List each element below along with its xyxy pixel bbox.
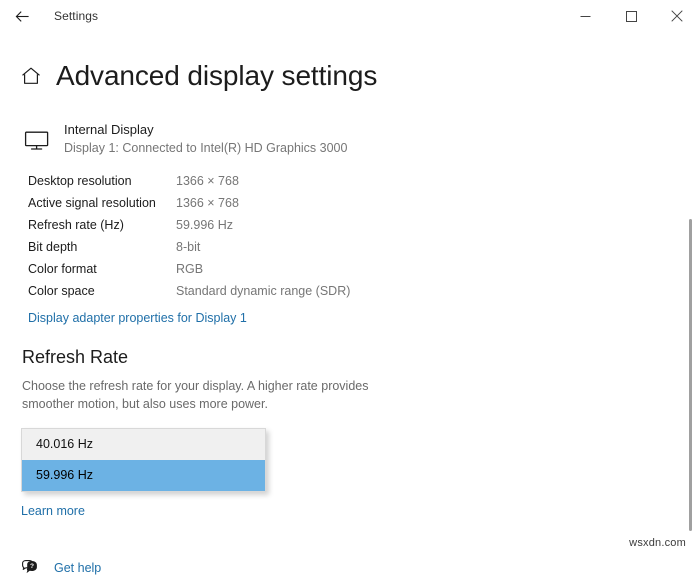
maximize-button[interactable]: [608, 0, 654, 32]
scrollbar-thumb[interactable]: [689, 219, 692, 531]
spec-value: RGB: [176, 262, 204, 277]
close-button[interactable]: [654, 0, 700, 32]
table-row: Bit depth 8-bit: [28, 236, 700, 258]
maximize-icon: [625, 10, 637, 22]
table-row: Refresh rate (Hz) 59.996 Hz: [28, 214, 700, 236]
spec-value: 8-bit: [176, 240, 201, 255]
get-help-row[interactable]: ? Get help: [20, 557, 700, 579]
app-title: Settings: [54, 9, 99, 23]
spec-label: Color space: [28, 284, 95, 299]
display-name: Internal Display: [64, 122, 154, 138]
spec-label: Desktop resolution: [28, 174, 132, 189]
display-subtitle: Display 1: Connected to Intel(R) HD Grap…: [64, 141, 348, 156]
page-title: Advanced display settings: [56, 59, 378, 91]
help-bubble-icon: ?: [20, 557, 42, 579]
monitor-icon: [20, 122, 54, 158]
spec-value: Standard dynamic range (SDR): [176, 284, 351, 299]
table-row: Desktop resolution 1366 × 768: [28, 170, 700, 192]
spec-label: Active signal resolution: [28, 196, 156, 211]
table-row: Color space Standard dynamic range (SDR): [28, 280, 700, 302]
table-row: Active signal resolution 1366 × 768: [28, 192, 700, 214]
refresh-rate-description: Choose the refresh rate for your display…: [22, 379, 369, 412]
table-row: Color format RGB: [28, 258, 700, 280]
spec-value: 1366 × 768: [176, 174, 239, 189]
title-bar: Settings: [0, 0, 700, 32]
spec-label: Bit depth: [28, 240, 78, 255]
svg-text:?: ?: [30, 563, 34, 570]
display-adapter-properties-link[interactable]: Display adapter properties for Display 1: [28, 311, 247, 325]
refresh-rate-dropdown-wrapper: 40.016 Hz 59.996 Hz: [21, 428, 266, 493]
learn-more-link[interactable]: Learn more: [21, 504, 85, 518]
display-text-block: Internal Display Display 1: Connected to…: [64, 122, 347, 157]
spec-label: Color format: [28, 262, 97, 277]
home-icon[interactable]: [18, 63, 44, 89]
back-arrow-icon: [14, 8, 31, 25]
refresh-rate-heading: Refresh Rate: [22, 347, 129, 368]
get-help-link[interactable]: Get help: [54, 561, 101, 575]
display-specs-table: Desktop resolution 1366 × 768 Active sig…: [0, 170, 700, 302]
spec-label: Refresh rate (Hz): [28, 218, 124, 233]
spec-value: 1366 × 768: [176, 196, 239, 211]
settings-content: Advanced display settings Internal Displ…: [0, 42, 700, 579]
close-icon: [671, 10, 683, 22]
watermark: wsxdn.com: [629, 537, 686, 549]
back-button[interactable]: [0, 1, 44, 31]
spec-value: 59.996 Hz: [176, 218, 233, 233]
dropdown-option-40[interactable]: 40.016 Hz: [22, 429, 265, 460]
minimize-icon: [580, 11, 591, 22]
refresh-rate-dropdown[interactable]: 40.016 Hz 59.996 Hz: [21, 428, 266, 493]
minimize-button[interactable]: [562, 0, 608, 32]
window-controls: [562, 0, 700, 32]
display-summary: Internal Display Display 1: Connected to…: [0, 122, 700, 158]
dropdown-option-59[interactable]: 59.996 Hz: [22, 460, 265, 492]
page-header: Advanced display settings: [0, 42, 700, 110]
